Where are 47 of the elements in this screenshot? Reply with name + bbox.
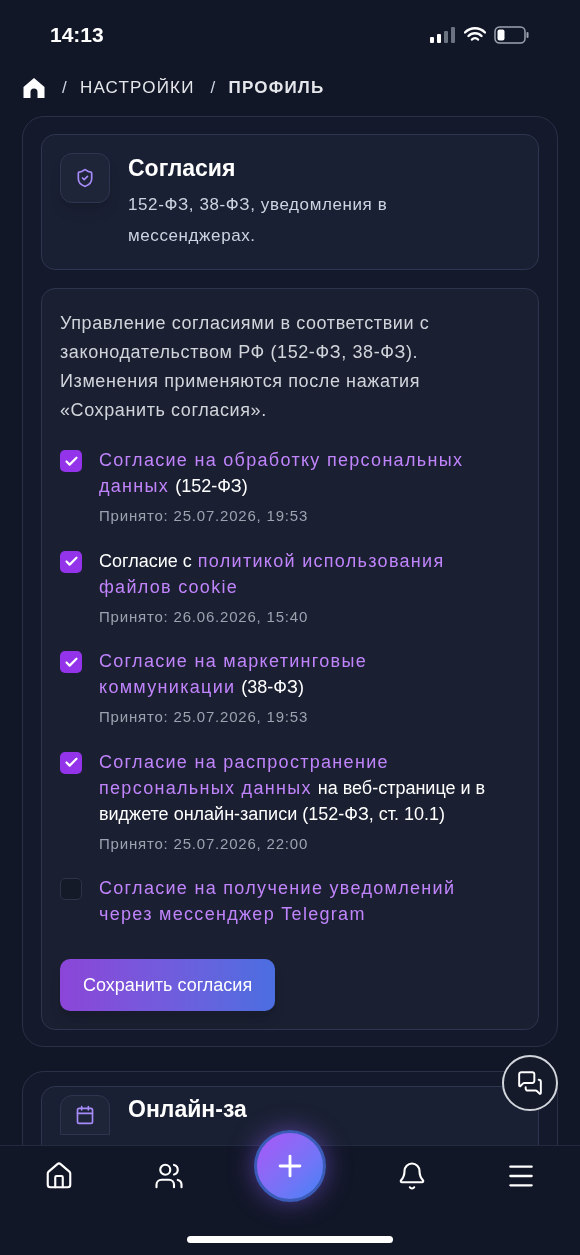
shield-icon bbox=[75, 168, 95, 188]
chat-button[interactable] bbox=[502, 1055, 558, 1111]
breadcrumb-separator: / bbox=[210, 77, 217, 100]
calendar-icon bbox=[75, 1105, 95, 1125]
consent-text: виджете онлайн-записи (152-ФЗ, ст. 10.1) bbox=[99, 802, 446, 826]
consent-link[interactable]: файлов cookie bbox=[99, 573, 239, 600]
consent-link[interactable]: персональных данных bbox=[99, 774, 312, 801]
breadcrumb-item[interactable]: НАСТРОЙКИ bbox=[79, 75, 195, 101]
consent-checkbox[interactable] bbox=[60, 878, 82, 900]
consent-link[interactable]: Согласие на распространение bbox=[99, 748, 389, 775]
accepted-date: Принято: 26.06.2026, 15:40 bbox=[99, 606, 310, 627]
consent-checkbox[interactable] bbox=[60, 751, 82, 774]
consent-link[interactable]: данных bbox=[99, 473, 170, 499]
accepted-date: Принято: 25.07.2026, 19:53 bbox=[99, 506, 310, 526]
consent-text: на веб-странице и в bbox=[317, 776, 486, 800]
consent-text: Согласие с bbox=[99, 549, 192, 573]
wifi-icon bbox=[464, 27, 486, 43]
consent-link[interactable]: коммуникации bbox=[99, 674, 236, 700]
home-icon bbox=[44, 1161, 74, 1191]
section-subtitle: 152-ФЗ, 38-ФЗ, уведомления в мессенджерах. bbox=[128, 194, 389, 247]
save-button[interactable]: Сохранить согласия bbox=[60, 959, 276, 1011]
consent-link[interactable]: через мессенджер Telegram bbox=[99, 901, 366, 927]
consent-link[interactable]: Согласие на обработку персональных bbox=[99, 447, 464, 473]
consent-checkbox[interactable] bbox=[60, 651, 82, 673]
clock: 14:13 bbox=[50, 22, 104, 49]
consent-checkbox[interactable] bbox=[60, 450, 82, 472]
accepted-date: Принято: 25.07.2026, 19:53 bbox=[99, 707, 310, 727]
consent-text: (152-ФЗ) bbox=[175, 475, 248, 498]
home-icon[interactable] bbox=[22, 77, 46, 99]
consent-checkbox[interactable] bbox=[60, 550, 82, 573]
consent-link[interactable]: политикой использования bbox=[197, 547, 445, 574]
section-title: Согласия bbox=[128, 154, 237, 183]
check-icon bbox=[63, 554, 79, 569]
accepted-date: Принято: 25.07.2026, 22:00 bbox=[99, 833, 310, 854]
check-icon bbox=[63, 755, 79, 770]
signal-icon bbox=[430, 27, 456, 43]
intro-text: Управление согласиями в соответствии с законодательством РФ (152-ФЗ, 38-ФЗ). Изменения применяются после нажатия «Сохранить согласия». bbox=[60, 312, 431, 422]
breadcrumb-separator: / bbox=[62, 77, 68, 100]
people-icon bbox=[153, 1161, 184, 1191]
add-button[interactable] bbox=[254, 1130, 326, 1202]
battery-icon bbox=[494, 26, 530, 44]
consent-link[interactable]: Согласие на маркетинговые bbox=[99, 648, 368, 674]
chat-icon bbox=[517, 1070, 543, 1096]
breadcrumb-item: ПРОФИЛЬ bbox=[228, 77, 325, 100]
consent-link[interactable]: Согласие на получение уведомлений bbox=[99, 875, 456, 901]
section-title: Онлайн-за bbox=[128, 1095, 247, 1124]
consent-text: (38-ФЗ) bbox=[241, 676, 304, 699]
